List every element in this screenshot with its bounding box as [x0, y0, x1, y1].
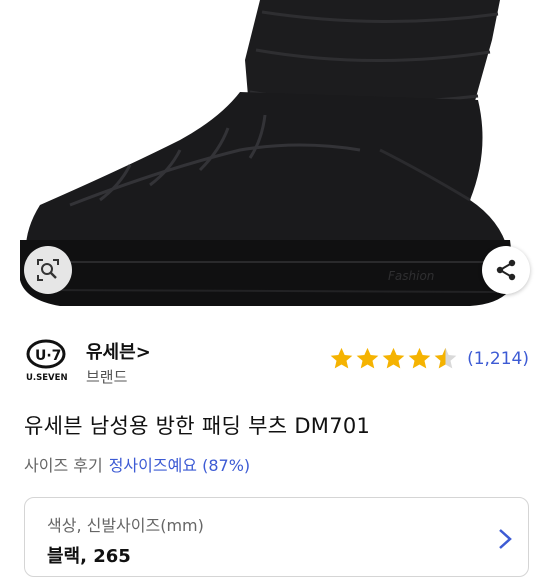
brand-link[interactable]: 유세븐>: [86, 338, 151, 364]
option-value: 블랙, 265: [47, 546, 131, 567]
size-review-value: 정사이즈예요 (87%): [108, 456, 251, 475]
zoom-button[interactable]: [24, 246, 72, 294]
product-image[interactable]: Fashion: [0, 0, 553, 312]
brand-sublabel: 브랜드: [86, 368, 128, 386]
star-icon: [330, 347, 353, 369]
rating-count[interactable]: (1,214): [467, 349, 529, 369]
product-title: 유세븐 남성용 방한 패딩 부츠 DM701: [24, 414, 371, 438]
brand-chevron-icon: >: [135, 342, 151, 363]
size-review[interactable]: 사이즈 후기 정사이즈예요 (87%): [24, 452, 250, 476]
boot-image: Fashion: [20, 0, 515, 306]
share-icon: [496, 259, 516, 281]
share-button[interactable]: [482, 246, 530, 294]
brand-logo[interactable]: U·7 U.SEVEN: [24, 338, 72, 384]
option-label: 색상, 신발사이즈(mm): [47, 516, 204, 535]
chevron-right-icon: [499, 529, 512, 549]
logo-mark-text: U·7: [35, 348, 61, 364]
half-star-icon: [434, 347, 457, 369]
option-selector[interactable]: 색상, 신발사이즈(mm) 블랙, 265: [24, 497, 529, 577]
brand-name: 유세븐: [86, 342, 136, 363]
star-icon: [408, 347, 431, 369]
size-review-label: 사이즈 후기: [24, 456, 103, 475]
star-icon: [382, 347, 405, 369]
star-icon: [356, 347, 379, 369]
sole-brand-text: Fashion: [388, 269, 434, 283]
brand-row: U·7 U.SEVEN 유세븐> 브랜드 (1,214): [24, 336, 529, 388]
rating[interactable]: (1,214): [329, 346, 529, 371]
logo-wordmark-text: U.SEVEN: [26, 373, 68, 383]
magnifier-icon: [37, 259, 59, 281]
